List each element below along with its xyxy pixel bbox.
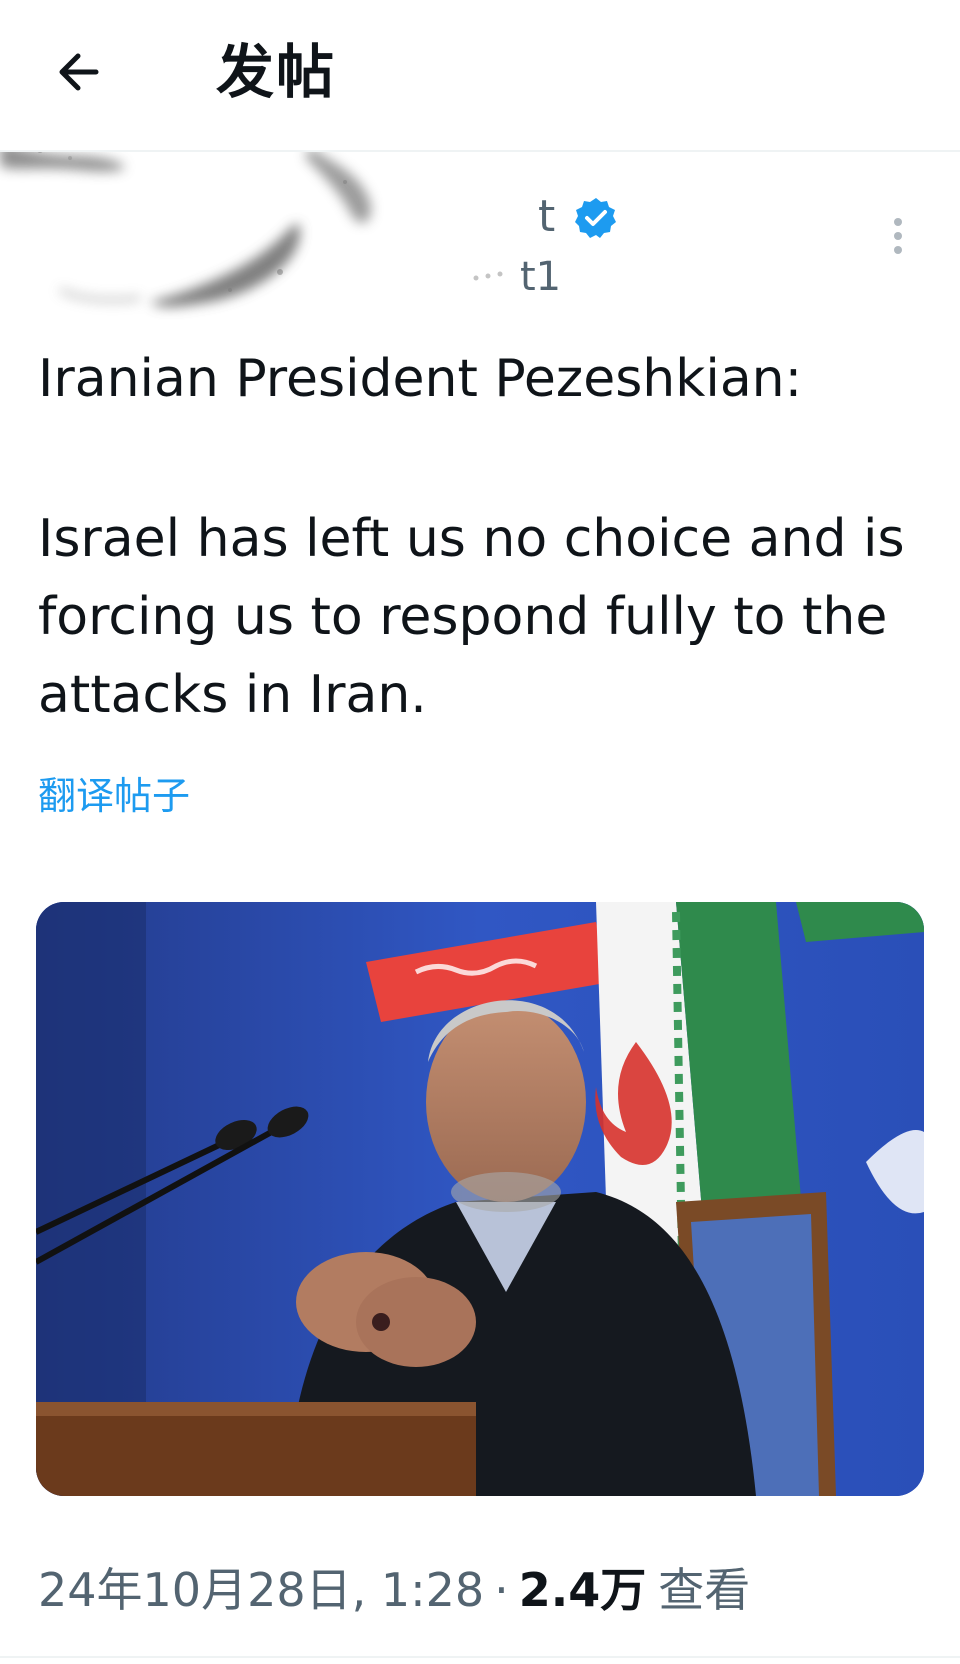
post-body: Iranian President Pezeshkian: Israel has…	[38, 340, 938, 734]
author-name-fragment[interactable]: t	[538, 192, 555, 242]
post-line-2: Israel has left us no choice and is forc…	[38, 509, 905, 725]
top-bar: 发帖	[0, 0, 960, 150]
author-handle-fragment: t1	[520, 254, 562, 300]
author-row: t t1	[0, 152, 960, 322]
verified-badge-icon	[574, 196, 618, 240]
more-vertical-icon	[894, 218, 902, 226]
translate-post-link[interactable]: 翻译帖子	[38, 768, 190, 824]
post-line-1: Iranian President Pezeshkian:	[38, 349, 803, 409]
back-button[interactable]	[52, 40, 116, 104]
redacted-author-area	[0, 152, 600, 322]
page-title: 发帖	[216, 38, 337, 106]
post-meta: 24年10月28日, 1:28 · 2.4万 查看	[38, 1560, 750, 1620]
views-count: 2.4万	[518, 1563, 647, 1617]
meta-divider	[0, 1656, 960, 1658]
post-timestamp[interactable]: 24年10月28日, 1:28	[38, 1563, 484, 1617]
post-image[interactable]	[36, 902, 924, 1496]
more-options-button[interactable]	[880, 214, 916, 274]
views-label: 查看	[658, 1563, 751, 1617]
arrow-left-icon	[59, 53, 99, 91]
meta-separator: ·	[494, 1563, 509, 1617]
